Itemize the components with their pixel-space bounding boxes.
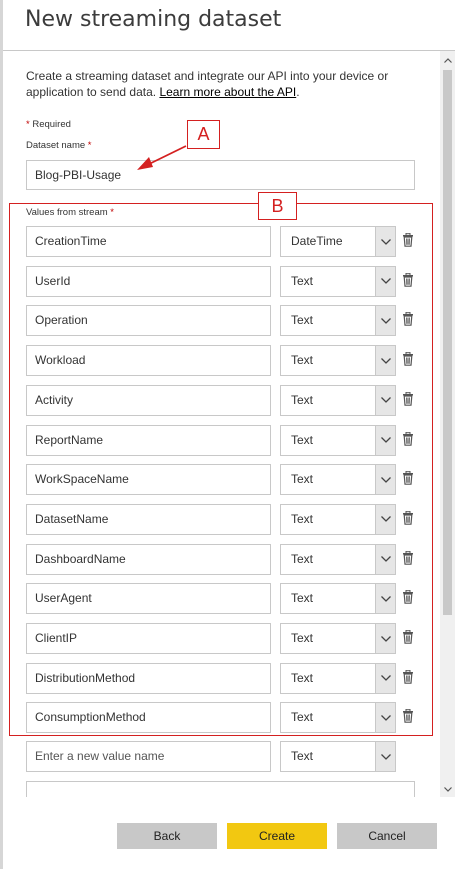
new-value-type-select[interactable]: Text bbox=[280, 741, 396, 772]
annotation-b-badge: B bbox=[258, 192, 297, 220]
required-star: * bbox=[26, 119, 30, 130]
annotation-a-badge: A bbox=[187, 120, 220, 149]
new-value-name-input[interactable]: Enter a new value name bbox=[26, 741, 271, 772]
dataset-name-label: Dataset name * bbox=[26, 140, 92, 151]
learn-more-link[interactable]: Learn more about the API bbox=[159, 85, 296, 99]
cancel-button[interactable]: Cancel bbox=[337, 823, 437, 849]
panel-scrollbar[interactable] bbox=[440, 51, 455, 797]
dataset-name-input[interactable]: Blog-PBI-Usage bbox=[26, 160, 415, 190]
dataset-name-label-text: Dataset name bbox=[26, 140, 86, 151]
scroll-up-arrow-icon[interactable] bbox=[440, 53, 455, 68]
create-button[interactable]: Create bbox=[227, 823, 327, 849]
panel-left-border bbox=[0, 0, 3, 869]
dataset-name-required-star: * bbox=[87, 140, 92, 151]
annotation-b-outline bbox=[9, 203, 433, 736]
chevron-down-icon bbox=[375, 742, 395, 771]
new-value-row: Enter a new value name Text bbox=[26, 741, 426, 772]
description: Create a streaming dataset and integrate… bbox=[26, 68, 406, 100]
description-end: . bbox=[296, 85, 300, 99]
back-button[interactable]: Back bbox=[117, 823, 217, 849]
new-value-type-value: Text bbox=[291, 749, 314, 763]
scrollbar-thumb[interactable] bbox=[443, 70, 452, 615]
page-title: New streaming dataset bbox=[25, 7, 282, 32]
required-label: Required bbox=[32, 119, 71, 130]
scroll-down-arrow-icon[interactable] bbox=[440, 782, 455, 797]
title-divider bbox=[3, 50, 455, 51]
required-note: * Required bbox=[26, 119, 71, 130]
